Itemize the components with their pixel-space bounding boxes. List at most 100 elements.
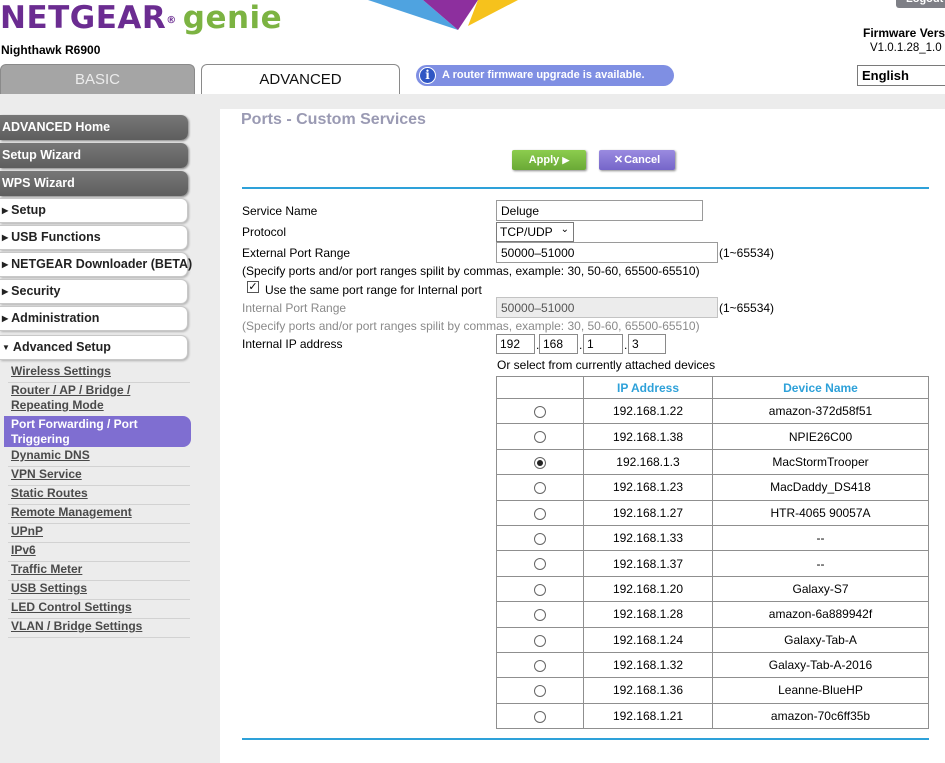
firmware-version-label: Firmware Vers [863,26,945,40]
sidebar-item-ipv6[interactable]: IPv6 [11,543,36,558]
protocol-value: TCP/UDP [500,225,553,239]
sidebar-item-upnp[interactable]: UPnP [11,524,43,539]
device-name-column-header: Device Name [712,376,929,399]
select-column-header [496,376,584,399]
tab-basic[interactable]: BASIC [0,64,195,94]
external-port-range-input[interactable]: 50000–51000 [496,242,718,263]
caret-right-icon: ▶ [2,233,9,242]
device-select-radio[interactable] [534,456,546,469]
section-label: NETGEAR Downloader (BETA) [11,257,193,271]
device-select-radio[interactable] [534,532,546,545]
protocol-select[interactable]: TCP/UDP ⌄ [496,222,574,242]
internal-port-help-text: (Specify ports and/or port ranges spilit… [242,319,700,333]
sidebar-item-wps-wizard[interactable]: WPS Wizard [0,171,188,196]
device-select-radio[interactable] [534,558,546,571]
caret-right-icon: ▶ [2,206,9,215]
table-row[interactable]: 192.168.1.21 amazon-70c6ff35b [496,702,929,730]
select-cell [496,550,584,577]
ip-octet-3-input[interactable]: 1 [583,334,623,354]
section-label: Advanced Setup [12,340,111,354]
device-select-radio[interactable] [534,482,546,495]
table-row[interactable]: 192.168.1.20 Galaxy-S7 [496,575,929,603]
table-row[interactable]: 192.168.1.23 MacDaddy_DS418 [496,474,929,501]
device-name-cell: Galaxy-Tab-A [712,626,929,653]
table-row[interactable]: 192.168.1.38 NPIE26C00 [496,423,929,450]
device-name-cell: Galaxy-Tab-A-2016 [712,651,929,679]
ip-address-cell: 192.168.1.21 [583,702,713,730]
section-label: Administration [11,311,100,325]
protocol-label: Protocol [242,225,287,239]
device-select-radio[interactable] [534,685,546,698]
device-select-radio[interactable] [534,431,546,444]
sidebar-section-setup[interactable]: ▶ Setup [0,198,188,223]
device-name-cell: Galaxy-S7 [712,575,929,603]
ip-dot: . [624,338,628,352]
sidebar-item-wireless-settings[interactable]: Wireless Settings [11,364,111,379]
cancel-button[interactable]: ✕Cancel [599,150,675,170]
divider [8,637,190,638]
device-name-cell: NPIE26C00 [712,423,929,450]
internal-port-range-input[interactable]: 50000–51000 [496,297,718,318]
table-row[interactable]: 192.168.1.33 -- [496,524,929,552]
header-divider-band [0,94,945,109]
sidebar-section-administration[interactable]: ▶ Administration [0,306,188,331]
same-port-range-checkbox[interactable]: ✓ [247,281,259,293]
service-name-input[interactable]: Deluge [496,200,703,221]
device-select-radio[interactable] [534,609,546,622]
product-name: genie [182,0,283,36]
language-select[interactable]: English [857,65,945,86]
close-icon: ✕ [613,154,624,166]
table-row[interactable]: 192.168.1.37 -- [496,550,929,577]
device-select-radio[interactable] [534,659,546,672]
sidebar-item-vpn-service[interactable]: VPN Service [11,467,82,482]
ip-octet-2-input[interactable]: 168 [539,334,578,354]
select-cell [496,423,584,450]
sidebar-section-security[interactable]: ▶ Security [0,279,188,304]
sidebar-item-static-routes[interactable]: Static Routes [11,486,88,501]
ip-address-cell: 192.168.1.20 [583,575,713,603]
device-select-radio[interactable] [534,406,546,419]
sidebar-item-repeating-mode[interactable]: Repeating Mode [11,398,104,413]
select-cell [496,499,584,526]
sidebar-item-dynamic-dns[interactable]: Dynamic DNS [11,448,90,463]
ip-address-cell: 192.168.1.37 [583,550,713,577]
firmware-upgrade-notice[interactable]: i A router firmware upgrade is available… [416,65,674,86]
ip-octet-1-input[interactable]: 192 [496,334,535,354]
sidebar-section-usb-functions[interactable]: ▶ USB Functions [0,225,188,250]
table-row[interactable]: 192.168.1.28 amazon-6a889942f [496,601,929,628]
logout-button[interactable]: Logout [896,0,945,8]
table-row[interactable]: 192.168.1.24 Galaxy-Tab-A [496,626,929,653]
table-row[interactable]: 192.168.1.32 Galaxy-Tab-A-2016 [496,651,929,679]
sidebar-section-advanced-setup[interactable]: ▼ Advanced Setup [0,335,188,360]
caret-down-icon: ▼ [2,343,10,352]
sidebar-item-setup-wizard[interactable]: Setup Wizard [0,143,188,168]
ip-address-column-header: IP Address [583,376,713,399]
select-cell [496,524,584,552]
service-name-label: Service Name [242,204,318,218]
sidebar-item-led-control-settings[interactable]: LED Control Settings [11,600,132,615]
sidebar-item-vlan-bridge-settings[interactable]: VLAN / Bridge Settings [11,619,142,634]
device-select-radio[interactable] [534,710,546,723]
device-name-cell: MacDaddy_DS418 [712,474,929,501]
device-select-radio[interactable] [534,583,546,596]
sidebar-item-traffic-meter[interactable]: Traffic Meter [11,562,82,577]
select-cell [496,677,584,704]
table-row[interactable]: 192.168.1.36 Leanne-BlueHP [496,677,929,704]
sidebar-item-advanced-home[interactable]: ADVANCED Home [0,115,188,140]
table-row[interactable]: 192.168.1.3 MacStormTrooper [496,448,929,476]
sidebar-item-router-ap-bridge[interactable]: Router / AP / Bridge / [11,383,130,398]
active-item-line1: Port Forwarding / Port [11,417,138,431]
sidebar-section-netgear-downloader[interactable]: ▶ NETGEAR Downloader (BETA) [0,252,192,277]
sidebar-item-remote-management[interactable]: Remote Management [11,505,132,520]
sidebar-item-port-forwarding[interactable]: Port Forwarding / Port Triggering [4,416,191,447]
apply-button[interactable]: Apply ▶ [512,150,586,170]
caret-right-icon: ▶ [2,260,9,269]
tab-advanced[interactable]: ADVANCED [201,64,400,94]
table-row[interactable]: 192.168.1.22 amazon-372d58f51 [496,397,929,425]
device-select-radio[interactable] [534,634,546,647]
table-row[interactable]: 192.168.1.27 HTR-4065 90057A [496,499,929,526]
sidebar-item-usb-settings[interactable]: USB Settings [11,581,87,596]
device-select-radio[interactable] [534,507,546,520]
ip-octet-4-input[interactable]: 3 [628,334,666,354]
device-name-cell: -- [712,550,929,577]
